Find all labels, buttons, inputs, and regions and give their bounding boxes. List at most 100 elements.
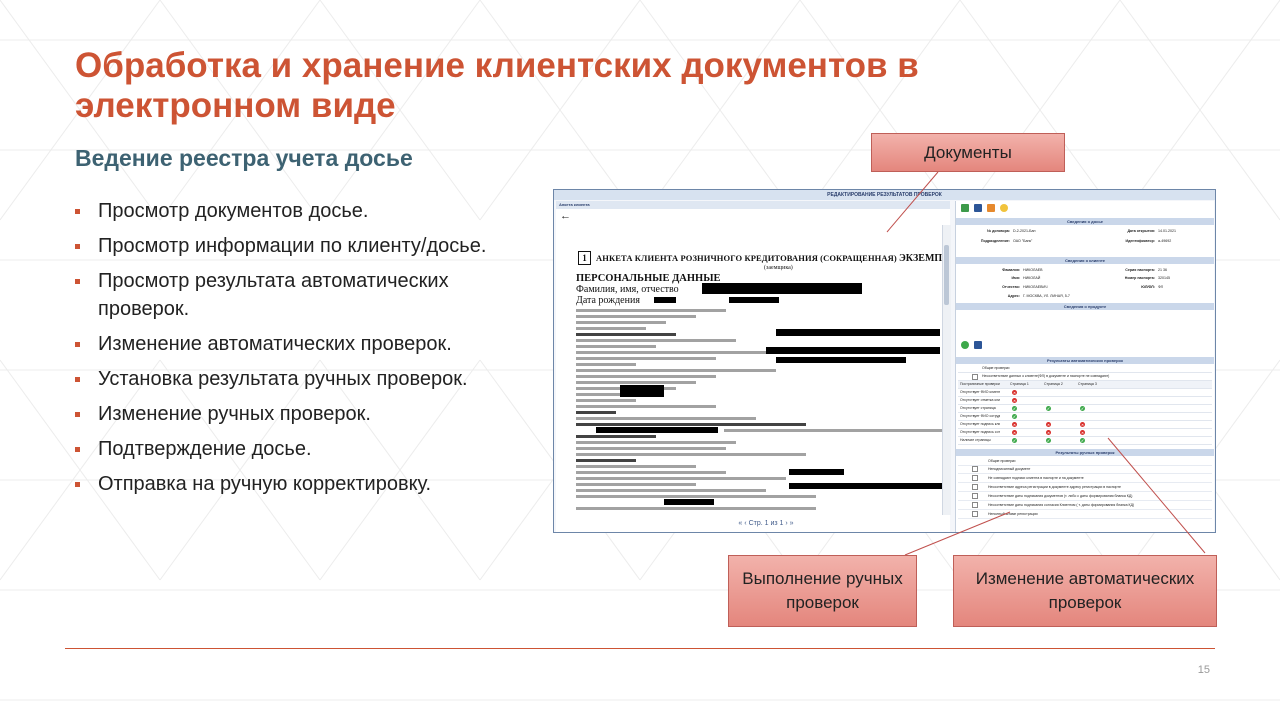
auto-columns-header: Постраничные проверки Страница 1 Страниц… bbox=[958, 381, 1212, 389]
square-bullet-icon bbox=[75, 279, 80, 284]
prev-page-icon[interactable]: ‹ bbox=[744, 520, 746, 527]
contract-value: D-2-2021-Бан bbox=[1013, 229, 1036, 233]
redaction-block bbox=[702, 283, 862, 294]
check-ok-icon[interactable]: ✓ bbox=[1012, 414, 1017, 419]
footer-divider bbox=[65, 648, 1215, 649]
client-section-bar[interactable]: Сведения о клиенте bbox=[956, 257, 1214, 264]
check-ok-icon[interactable]: ✓ bbox=[1080, 406, 1085, 411]
check-ok-icon[interactable]: ✓ bbox=[1012, 438, 1017, 443]
doc-scrollbar[interactable] bbox=[942, 225, 951, 515]
passport-series-value: 21 36 bbox=[1158, 268, 1167, 272]
client-type-label: ЮЛ/ФЛ: bbox=[1141, 285, 1155, 289]
surname-value: НИКОЛАЕВ bbox=[1023, 268, 1043, 272]
auto-check-row: Отсутствует подпись сотрудника × × × bbox=[958, 429, 1212, 437]
redaction-block bbox=[729, 297, 779, 303]
auto-checks-section-bar: Результаты автоматических проверок bbox=[956, 357, 1214, 364]
checkbox[interactable] bbox=[972, 493, 978, 499]
address-label: Адрес: bbox=[1007, 294, 1020, 298]
doc-heading: АНКЕТА КЛИЕНТА РОЗНИЧНОГО КРЕДИТОВАНИЯ (… bbox=[596, 253, 897, 263]
doc-fio-label: Фамилия, имя, отчество bbox=[576, 284, 679, 295]
check-fail-icon[interactable]: × bbox=[1012, 398, 1017, 403]
bullet-item: Просмотр документов досье. bbox=[75, 197, 545, 225]
check-ok-icon[interactable]: ✓ bbox=[1080, 438, 1085, 443]
scrollbar-thumb[interactable] bbox=[944, 245, 949, 305]
save-doc-icon[interactable] bbox=[961, 204, 969, 212]
passport-number-value: 320145 bbox=[1158, 276, 1170, 280]
manual-check-label: Неподписанный документ bbox=[988, 467, 1031, 471]
callout-auto-checks: Изменение автоматических проверок bbox=[953, 555, 1217, 627]
doc-birth-label: Дата рождения bbox=[576, 295, 640, 306]
clipboard-icon[interactable] bbox=[974, 204, 982, 212]
checkbox[interactable] bbox=[972, 475, 978, 481]
identifier-value: a-49692 bbox=[1158, 239, 1172, 243]
slide-subtitle: Ведение реестра учета досье bbox=[75, 145, 413, 171]
check-fail-icon[interactable]: × bbox=[1012, 390, 1017, 395]
page-number: 15 bbox=[1197, 664, 1210, 676]
auto-check-label: Наличие страницы bbox=[960, 438, 991, 442]
doc-pager: « ‹ Стр. 1 из 1 › » bbox=[706, 519, 826, 529]
comment-icon[interactable] bbox=[1000, 204, 1008, 212]
square-bullet-icon bbox=[75, 244, 80, 249]
auto-check-row: Наличие страницы ✓ ✓ ✓ bbox=[958, 437, 1212, 445]
square-bullet-icon bbox=[75, 209, 80, 214]
checkbox[interactable] bbox=[972, 374, 978, 380]
check-fail-icon[interactable]: × bbox=[1046, 430, 1051, 435]
client-type-value: ФЛ bbox=[1158, 285, 1163, 289]
auto-check-label: Отсутствует ФИО сотрудника bbox=[960, 414, 1000, 418]
page-indicator: Стр. 1 из 1 bbox=[748, 520, 784, 527]
checkbox[interactable] bbox=[972, 502, 978, 508]
auto-check-row: Отсутствует подпись клиента × × × bbox=[958, 421, 1212, 429]
passport-number-label: Номер паспорта: bbox=[1124, 276, 1155, 280]
check-circle-icon[interactable] bbox=[961, 341, 969, 349]
identifier-label: Идентификатор: bbox=[1125, 239, 1155, 243]
square-bullet-icon bbox=[75, 447, 80, 452]
check-fail-icon[interactable]: × bbox=[1046, 422, 1051, 427]
square-bullet-icon bbox=[75, 342, 80, 347]
bullet-item: Просмотр информации по клиенту/досье. bbox=[75, 232, 545, 260]
checkbox[interactable] bbox=[972, 511, 978, 517]
check-fail-icon[interactable]: × bbox=[1080, 430, 1085, 435]
check-fail-icon[interactable]: × bbox=[1080, 422, 1085, 427]
product-section-bar[interactable]: Сведения о продукте bbox=[956, 303, 1214, 310]
check-ok-icon[interactable]: ✓ bbox=[1046, 438, 1051, 443]
checkbox[interactable] bbox=[972, 484, 978, 490]
auto-check-row: Отсутствует отметка клиента × bbox=[958, 397, 1212, 405]
checkbox[interactable] bbox=[972, 466, 978, 472]
manual-check-row: Несоответствие даты подписания документо… bbox=[958, 492, 1212, 501]
callout-documents: Документы bbox=[871, 133, 1065, 172]
manual-check-label: Несоответствие даты подписания согласия … bbox=[988, 503, 1135, 507]
patronymic-value: НИКОЛАЕВИЧ bbox=[1023, 285, 1048, 289]
auto-check-label: Отсутствует отметка клиента bbox=[960, 398, 1000, 402]
bullet-item: Отправка на ручную корректировку. bbox=[75, 470, 545, 498]
patronymic-label: Отчество: bbox=[1002, 285, 1020, 289]
flag-icon[interactable] bbox=[974, 341, 982, 349]
check-ok-icon[interactable]: ✓ bbox=[1046, 406, 1051, 411]
bullet-item: Изменение автоматических проверок. bbox=[75, 330, 545, 358]
passport-series-label: Серия паспорта: bbox=[1125, 268, 1155, 272]
next-page-icon[interactable]: › bbox=[785, 520, 787, 527]
manual-checks-section-bar: Результаты ручных проверок bbox=[956, 449, 1214, 456]
auto-check-label: Отсутствует подпись клиента bbox=[960, 422, 1000, 426]
check-ok-icon[interactable]: ✓ bbox=[1012, 406, 1017, 411]
manual-check-row: Несоответствие даты подписания согласия … bbox=[958, 501, 1212, 510]
check-fail-icon[interactable]: × bbox=[1012, 422, 1017, 427]
bullet-list: Просмотр документов досье. Просмотр инфо… bbox=[75, 197, 545, 505]
name-label: Имя: bbox=[1011, 276, 1020, 280]
slide-title: Обработка и хранение клиентских документ… bbox=[75, 46, 919, 125]
manual-check-label: Несоответствие адреса регистрации в доку… bbox=[988, 485, 1121, 489]
manual-check-row: Неполный штамп регистрации bbox=[958, 510, 1212, 519]
bullet-item: Подтверждение досье. bbox=[75, 435, 545, 463]
manual-check-row: Несоответствие адреса регистрации в доку… bbox=[958, 483, 1212, 492]
bullet-item: Установка результата ручных проверок. bbox=[75, 365, 545, 393]
dossier-section-bar[interactable]: Сведения о досье bbox=[956, 218, 1214, 225]
check-fail-icon[interactable]: × bbox=[1012, 430, 1017, 435]
division-value: ОАО "Банк" bbox=[1013, 239, 1033, 243]
surname-label: Фамилия: bbox=[1002, 268, 1020, 272]
first-page-icon[interactable]: « bbox=[738, 520, 742, 527]
manual-check-row: Неподписанный документ bbox=[958, 465, 1212, 474]
doc-pane-title: Анкета клиента bbox=[556, 201, 950, 209]
arrow-left-icon[interactable]: ← bbox=[560, 211, 571, 222]
hand-icon[interactable] bbox=[987, 204, 995, 212]
last-page-icon[interactable]: » bbox=[790, 520, 794, 527]
window-title: РЕДАКТИРОВАНИЕ РЕЗУЛЬТАТОВ ПРОВЕРОК bbox=[554, 190, 1215, 200]
